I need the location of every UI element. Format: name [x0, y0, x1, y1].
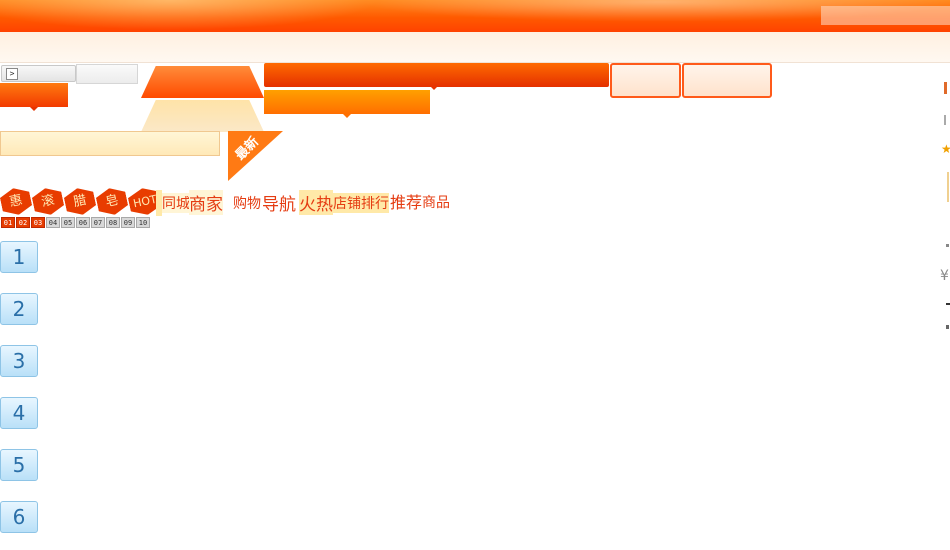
edge-fragment [944, 115, 946, 125]
nav-link-daohang[interactable]: 导航 [262, 190, 296, 215]
number-button[interactable]: 1 [0, 241, 38, 273]
edge-fragment [947, 172, 949, 202]
box-button-2[interactable] [682, 63, 772, 98]
tag-icon[interactable]: 皂 [95, 185, 130, 218]
nav-link-tuijian[interactable]: 推荐 [390, 189, 422, 213]
tab-inactive[interactable] [141, 100, 264, 132]
yen-sign: ¥ [940, 268, 949, 284]
number-button[interactable]: 6 [0, 501, 38, 533]
nav-link-huore[interactable]: 火热 [299, 190, 333, 215]
caret-down-icon [30, 107, 38, 111]
pager-item[interactable]: 03 [31, 217, 45, 228]
pager: 01 02 03 04 05 06 07 08 09 10 [1, 217, 151, 229]
tag-icon[interactable]: 腊 [63, 185, 98, 218]
grey-button[interactable] [76, 64, 138, 84]
tag-icon[interactable]: 惠 [0, 185, 33, 218]
edge-fragment [946, 303, 950, 305]
number-button[interactable]: 4 [0, 397, 38, 429]
tab-active[interactable] [141, 66, 264, 98]
nav-link-shangjia[interactable]: 商家 [189, 190, 223, 215]
search-input[interactable] [0, 131, 220, 156]
pager-item[interactable]: 05 [61, 217, 75, 228]
number-button[interactable]: 3 [0, 345, 38, 377]
edge-fragment [944, 82, 947, 94]
pager-item[interactable]: 08 [106, 217, 120, 228]
caret-down-icon [430, 86, 438, 90]
nav-link-tongcheng[interactable]: 同城 [162, 193, 190, 213]
sub-nav-bar[interactable] [264, 90, 430, 114]
caret-down-icon [343, 114, 351, 118]
sub-header-bar [0, 32, 950, 63]
box-button-1[interactable] [610, 63, 681, 98]
pager-item[interactable]: 10 [136, 217, 150, 228]
number-button[interactable]: 2 [0, 293, 38, 325]
banner-swoosh [0, 0, 380, 30]
edge-fragment [946, 325, 949, 329]
tag-icon[interactable]: 滚 [31, 185, 66, 218]
pager-item[interactable]: 07 [91, 217, 105, 228]
nav-link-gouwu[interactable]: 购物 [233, 193, 261, 213]
nav-link-dianpu[interactable]: 店铺排行 [333, 193, 389, 213]
pager-item[interactable]: 01 [1, 217, 15, 228]
top-right-box [821, 6, 950, 25]
chevron-right-icon[interactable]: > [6, 68, 18, 80]
pager-item[interactable]: 02 [16, 217, 30, 228]
pager-item[interactable]: 04 [46, 217, 60, 228]
edge-fragment [946, 244, 949, 247]
category-menu-button[interactable] [0, 83, 68, 107]
main-nav-bar[interactable] [264, 63, 609, 87]
scroll-control[interactable]: > [1, 65, 76, 82]
top-banner [0, 0, 950, 32]
star-icon: ★ [941, 142, 950, 156]
nav-link-shangpin[interactable]: 商品 [422, 192, 450, 212]
pager-item[interactable]: 09 [121, 217, 135, 228]
number-button[interactable]: 5 [0, 449, 38, 481]
pager-item[interactable]: 06 [76, 217, 90, 228]
